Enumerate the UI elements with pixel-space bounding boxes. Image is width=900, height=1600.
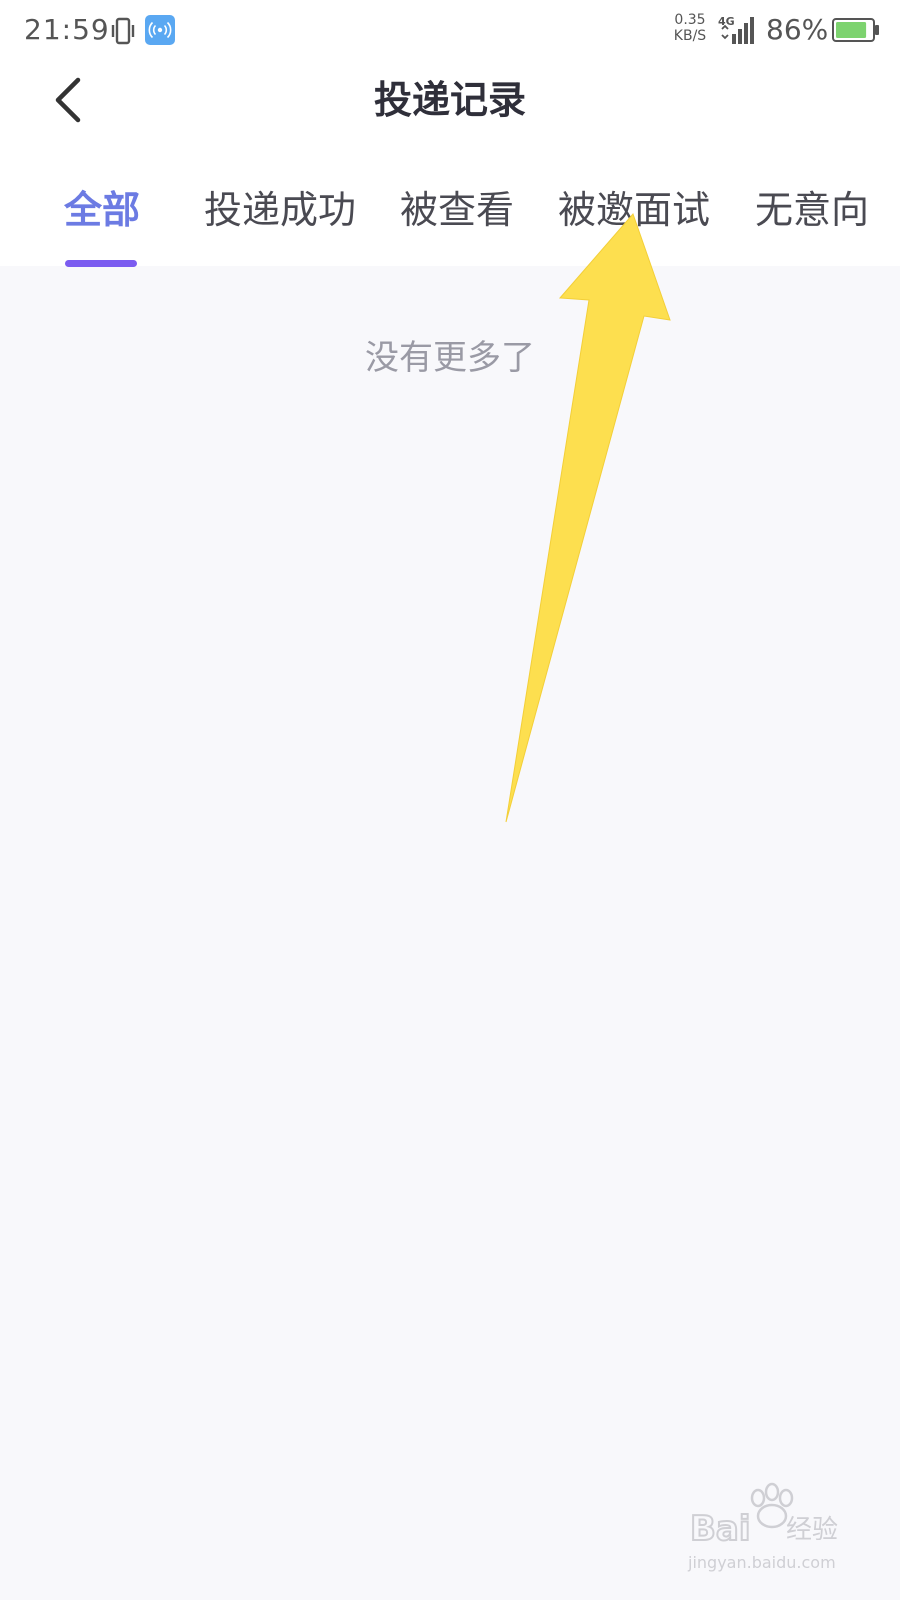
- tab-interview-invited[interactable]: 被邀面试: [558, 180, 710, 240]
- page-title: 投递记录: [373, 78, 526, 122]
- tab-viewed[interactable]: 被查看: [400, 180, 514, 240]
- watermark-brand-suffix: 经验: [786, 1515, 838, 1545]
- signal-icon: 4G: [718, 15, 754, 44]
- battery-icon: [832, 18, 879, 42]
- network-type: 4G: [718, 15, 735, 28]
- baidu-watermark: Bai 经验 jingyan.baidu.com: [686, 1478, 856, 1578]
- vibrate-icon: [111, 17, 135, 45]
- tab-all[interactable]: 全部: [64, 180, 140, 240]
- watermark-brand: Bai: [690, 1509, 751, 1549]
- net-speed-value: 0.35: [674, 12, 706, 28]
- tab-not-interested[interactable]: 无意向: [755, 180, 869, 240]
- tab-delivered[interactable]: 投递成功: [204, 180, 356, 240]
- status-time: 21:59: [24, 13, 110, 46]
- watermark-url: jingyan.baidu.com: [687, 1553, 836, 1572]
- header-area: 21:59 0.35 KB/S 4G 86% 投递记录 全部 投递成功 被查看 …: [0, 0, 900, 267]
- empty-list-message: 没有更多了: [365, 338, 535, 378]
- battery-percent: 86%: [766, 13, 829, 46]
- active-tab-indicator: [65, 260, 137, 267]
- tab-bar: 全部 投递成功 被查看 被邀面试 无意向: [0, 180, 900, 267]
- status-bar: 21:59 0.35 KB/S 4G 86%: [0, 0, 900, 62]
- net-speed: 0.35 KB/S: [670, 12, 710, 44]
- net-speed-unit: KB/S: [673, 28, 707, 44]
- hotspot-icon: [145, 15, 175, 45]
